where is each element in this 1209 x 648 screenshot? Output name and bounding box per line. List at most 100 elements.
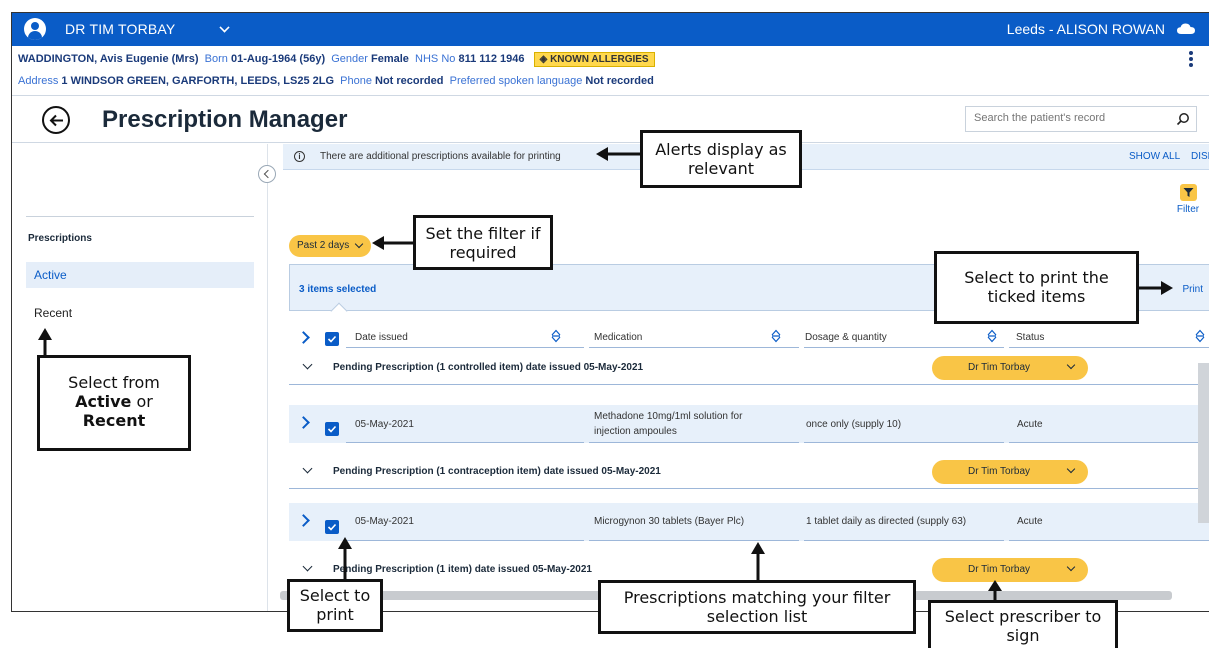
vertical-scrollbar[interactable]	[1198, 363, 1209, 523]
filter-label: Filter	[1176, 204, 1200, 215]
divider	[804, 442, 1004, 443]
user-name[interactable]: DR TIM TORBAY	[65, 21, 175, 37]
callout-line: Select to print the	[964, 268, 1109, 287]
prescription-group-header[interactable]: Pending Prescription (1 controlled item)…	[289, 351, 1209, 385]
chevron-down-icon[interactable]	[302, 359, 313, 370]
prescriber-dropdown[interactable]: Dr Tim Torbay	[932, 356, 1088, 380]
expand-row-chevron-icon[interactable]	[297, 416, 310, 429]
callout-line: print	[316, 605, 354, 624]
allergy-badge[interactable]: ◈ KNOWN ALLERGIES	[533, 52, 655, 67]
more-options-icon[interactable]	[1189, 51, 1193, 67]
chevron-down-icon[interactable]	[219, 22, 230, 33]
page-title: Prescription Manager	[102, 106, 348, 133]
sort-icon[interactable]	[551, 329, 561, 343]
chevron-down-icon	[354, 239, 364, 249]
expand-row-chevron-icon[interactable]	[297, 514, 310, 527]
allergy-warning-icon: ◈	[539, 54, 548, 65]
search-box[interactable]	[965, 106, 1197, 132]
callout-line: Active	[75, 392, 132, 411]
column-header-date[interactable]: Date issued	[355, 332, 408, 343]
sort-icon[interactable]	[1195, 329, 1205, 343]
table-row[interactable]: 05-May-2021 Methadone 10mg/1ml solution …	[289, 405, 1209, 443]
patient-phone: Not recorded	[375, 75, 444, 87]
callout-select-print: Select to print	[287, 579, 383, 632]
patient-name[interactable]: WADDINGTON, Avis Eugenie (Mrs)	[18, 53, 199, 65]
prescription-group-header[interactable]: Pending Prescription (1 contraception it…	[289, 455, 1209, 489]
callout-matching: Prescriptions matching your filter selec…	[598, 580, 916, 634]
callout-line: Select prescriber to	[944, 607, 1102, 626]
alert-text: There are additional prescriptions avail…	[320, 151, 561, 162]
prescriber-dropdown[interactable]: Dr Tim Torbay	[932, 460, 1088, 484]
arrow-up-icon	[338, 537, 352, 581]
chevron-down-icon	[1066, 360, 1076, 370]
sidebar-item-active[interactable]: Active	[26, 262, 254, 288]
divider	[346, 347, 584, 348]
callout-line: or	[136, 392, 153, 411]
user-avatar-icon	[24, 18, 46, 40]
collapse-sidebar-button[interactable]	[258, 165, 276, 183]
callout-line: Select to	[299, 586, 371, 605]
arrow-up-icon	[988, 580, 1002, 602]
search-input[interactable]	[974, 112, 1164, 124]
callout-nav: Select from Active or Recent	[37, 355, 191, 451]
chevron-down-icon	[1066, 562, 1076, 572]
sidebar-heading: Prescriptions	[28, 233, 92, 244]
callout-prescriber: Select prescriber to sign	[928, 600, 1118, 648]
column-header-dosage[interactable]: Dosage & quantity	[805, 332, 887, 343]
prescriber-label: Dr Tim Torbay	[968, 466, 1031, 477]
show-all-link[interactable]: SHOW ALL	[1129, 151, 1180, 162]
nhs-label: NHS No	[415, 53, 456, 65]
date-filter-dropdown[interactable]: Past 2 days	[289, 235, 371, 257]
callout-alerts: Alerts display as relevant	[640, 130, 802, 188]
born-label: Born	[204, 53, 228, 65]
callout-filter: Set the filter if required	[413, 215, 553, 270]
prescriber-label: Dr Tim Torbay	[968, 564, 1031, 575]
prescriber-dropdown[interactable]: Dr Tim Torbay	[932, 558, 1088, 582]
language-label: Preferred spoken language	[449, 75, 583, 87]
callout-line: Set the filter if	[425, 224, 541, 243]
callout-line: Recent	[82, 411, 146, 430]
patient-gender: Female	[371, 53, 409, 65]
print-button[interactable]: Print	[1182, 284, 1203, 295]
column-header-medication[interactable]: Medication	[594, 332, 642, 343]
group-title: Pending Prescription (1 item) date issue…	[333, 564, 592, 575]
divider	[804, 347, 1004, 348]
group-title: Pending Prescription (1 controlled item)…	[333, 362, 644, 373]
row-checkbox[interactable]	[325, 422, 339, 436]
callout-line: Prescriptions matching your filter	[623, 588, 891, 607]
sort-icon[interactable]	[771, 329, 781, 343]
table-row[interactable]: 05-May-2021 Microgynon 30 tablets (Bayer…	[289, 503, 1209, 541]
chevron-down-icon[interactable]	[302, 463, 313, 474]
callout-line: Select from	[68, 373, 160, 392]
prescriber-label: Dr Tim Torbay	[968, 362, 1031, 373]
arrow-left-icon	[596, 147, 642, 161]
patient-banner: WADDINGTON, Avis Eugenie (Mrs) Born 01-A…	[12, 46, 1209, 95]
top-bar: DR TIM TORBAY Leeds - ALISON ROWAN	[12, 13, 1209, 46]
expand-all-chevron-icon[interactable]	[297, 331, 310, 344]
cloud-icon[interactable]	[1177, 23, 1195, 35]
search-icon[interactable]	[1176, 112, 1190, 126]
back-button[interactable]	[42, 106, 70, 134]
select-all-checkbox[interactable]	[325, 332, 339, 346]
sort-icon[interactable]	[987, 329, 997, 343]
divider	[346, 442, 584, 443]
sidebar-item-recent[interactable]: Recent	[26, 300, 254, 326]
cell-medication-line2: injection ampoules	[594, 426, 677, 437]
dismiss-link[interactable]: DISMISS	[1191, 151, 1209, 162]
allergy-badge-label: KNOWN ALLERGIES	[550, 54, 649, 65]
chevron-down-icon	[1066, 464, 1076, 474]
filter-button[interactable]: Filter	[1173, 184, 1203, 224]
divider	[804, 540, 1004, 541]
row-checkbox[interactable]	[325, 520, 339, 534]
cell-status: Acute	[1017, 516, 1043, 527]
chevron-down-icon[interactable]	[302, 561, 313, 572]
arrow-left-icon	[372, 236, 414, 250]
cell-medication: Microgynon 30 tablets (Bayer Plc)	[594, 516, 745, 527]
cell-dosage: once only (supply 10)	[806, 419, 902, 430]
column-header-status[interactable]: Status	[1016, 332, 1044, 343]
selected-count: 3 items selected	[299, 284, 377, 295]
divider	[589, 540, 799, 541]
arrow-up-icon	[38, 328, 52, 356]
table-header: Date issued Medication Dosage & quantity…	[289, 327, 1209, 349]
address-label: Address	[18, 75, 59, 87]
